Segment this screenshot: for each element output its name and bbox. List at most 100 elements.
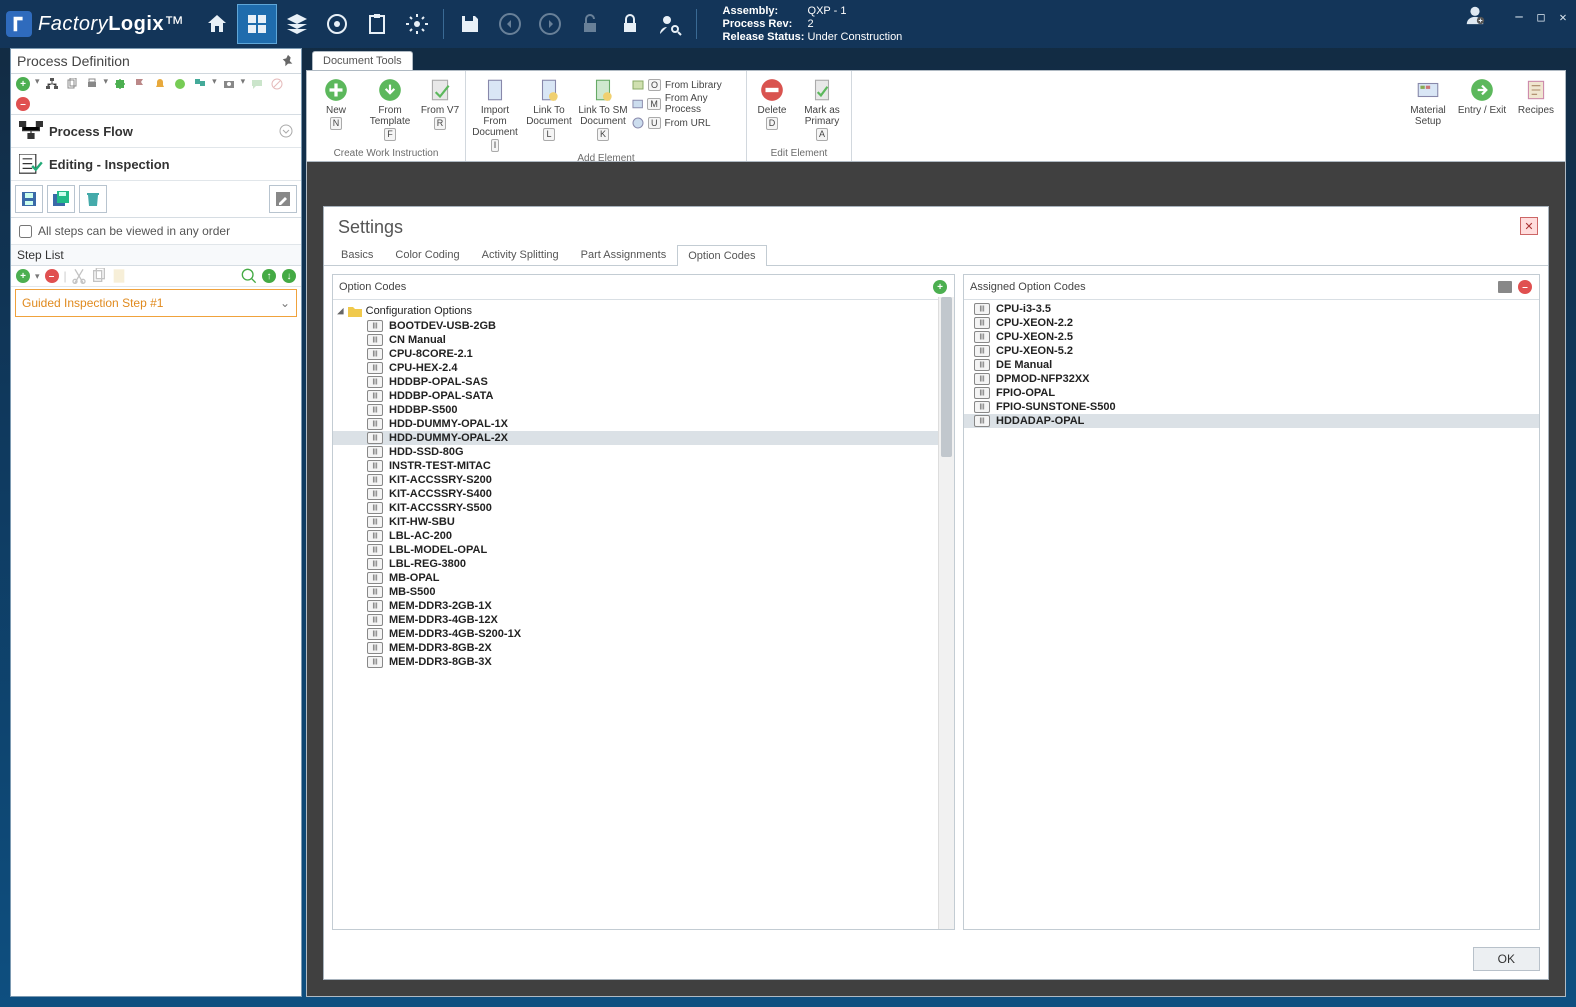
option-code-item[interactable]: |||KIT-HW-SBU bbox=[333, 515, 954, 529]
option-code-item[interactable]: |||MEM-DDR3-2GB-1X bbox=[333, 599, 954, 613]
remove-assigned-button[interactable]: – bbox=[1517, 279, 1533, 295]
dialog-tab-activity-splitting[interactable]: Activity Splitting bbox=[471, 244, 570, 265]
option-code-item[interactable]: |||HDDBP-OPAL-SAS bbox=[333, 375, 954, 389]
from-template-button[interactable]: From Template F bbox=[365, 77, 415, 141]
dialog-tab-option-codes[interactable]: Option Codes bbox=[677, 245, 766, 266]
option-code-item[interactable]: |||HDD-DUMMY-OPAL-1X bbox=[333, 417, 954, 431]
forward-icon[interactable] bbox=[530, 4, 570, 44]
option-code-item[interactable]: |||LBL-AC-200 bbox=[333, 529, 954, 543]
pd-delete-icon[interactable]: – bbox=[15, 96, 31, 112]
dialog-tab-part-assignments[interactable]: Part Assignments bbox=[570, 244, 678, 265]
close-button[interactable]: ✕ bbox=[1556, 10, 1570, 24]
assigned-code-item[interactable]: |||CPU-XEON-2.2 bbox=[964, 316, 1539, 330]
delete-button[interactable]: Delete D bbox=[751, 77, 793, 130]
link-sm-button[interactable]: Link To SM Document K bbox=[578, 77, 628, 141]
option-code-item[interactable]: |||LBL-REG-3800 bbox=[333, 557, 954, 571]
option-code-item[interactable]: |||CPU-8CORE-2.1 bbox=[333, 347, 954, 361]
save-icon[interactable] bbox=[450, 4, 490, 44]
pd-copy-icon[interactable] bbox=[64, 76, 80, 92]
scroll-thumb[interactable] bbox=[941, 297, 952, 457]
option-code-item[interactable]: |||MB-OPAL bbox=[333, 571, 954, 585]
step-cut-icon[interactable] bbox=[71, 268, 87, 284]
pd-palette-icon[interactable] bbox=[172, 76, 188, 92]
from-v7-button[interactable]: From V7 R bbox=[419, 77, 461, 130]
step-remove-icon[interactable]: – bbox=[44, 268, 60, 284]
assigned-code-item[interactable]: |||CPU-XEON-2.5 bbox=[964, 330, 1539, 344]
pin-icon[interactable] bbox=[281, 54, 295, 68]
assigned-code-item[interactable]: |||DE Manual bbox=[964, 358, 1539, 372]
option-code-item[interactable]: |||INSTR-TEST-MITAC bbox=[333, 459, 954, 473]
any-order-row[interactable]: All steps can be viewed in any order bbox=[11, 218, 301, 245]
pd-flags-icon[interactable] bbox=[192, 76, 208, 92]
assigned-code-item[interactable]: |||HDDADAP-OPAL bbox=[964, 414, 1539, 428]
layers-icon[interactable] bbox=[277, 4, 317, 44]
step-up-icon[interactable]: ↑ bbox=[261, 268, 277, 284]
assigned-code-item[interactable]: |||CPU-XEON-5.2 bbox=[964, 344, 1539, 358]
home-icon[interactable] bbox=[197, 4, 237, 44]
option-code-item[interactable]: |||KIT-ACCSSRY-S400 bbox=[333, 487, 954, 501]
step-copy-icon[interactable] bbox=[91, 268, 107, 284]
option-code-item[interactable]: |||HDDBP-S500 bbox=[333, 403, 954, 417]
pd-flag-icon[interactable] bbox=[132, 76, 148, 92]
option-code-item[interactable]: |||MB-S500 bbox=[333, 585, 954, 599]
entry-exit-button[interactable]: Entry / Exit bbox=[1457, 77, 1507, 116]
dialog-close-button[interactable]: ✕ bbox=[1520, 217, 1538, 235]
assigned-code-item[interactable]: |||DPMOD-NFP32XX bbox=[964, 372, 1539, 386]
lock-icon[interactable] bbox=[610, 4, 650, 44]
minimize-button[interactable]: ─ bbox=[1512, 10, 1526, 24]
user-search-icon[interactable] bbox=[650, 4, 690, 44]
primary-button[interactable]: Mark as Primary A bbox=[797, 77, 847, 141]
option-code-item[interactable]: |||KIT-ACCSSRY-S500 bbox=[333, 501, 954, 515]
edit-pencil-icon[interactable] bbox=[269, 185, 297, 213]
step-zoom-icon[interactable] bbox=[241, 268, 257, 284]
document-tools-tab[interactable]: Document Tools bbox=[312, 51, 413, 70]
step-item-1[interactable]: Guided Inspection Step #1 ⌄ bbox=[15, 289, 297, 317]
option-code-item[interactable]: |||BOOTDEV-USB-2GB bbox=[333, 319, 954, 333]
user-icon[interactable] bbox=[1464, 4, 1486, 29]
pd-print-icon[interactable] bbox=[84, 76, 100, 92]
pd-puzzle-icon[interactable] bbox=[112, 76, 128, 92]
link-doc-button[interactable]: Link To Document L bbox=[524, 77, 574, 141]
ok-button[interactable]: OK bbox=[1473, 947, 1540, 971]
trash-icon[interactable] bbox=[79, 185, 107, 213]
disk-multi-icon[interactable] bbox=[47, 185, 75, 213]
option-code-item[interactable]: |||MEM-DDR3-8GB-2X bbox=[333, 641, 954, 655]
new-button[interactable]: New N bbox=[311, 77, 361, 130]
dialog-tab-color-coding[interactable]: Color Coding bbox=[384, 244, 470, 265]
pd-hierarchy-icon[interactable] bbox=[44, 76, 60, 92]
back-icon[interactable] bbox=[490, 4, 530, 44]
add-option-button[interactable]: + bbox=[932, 279, 948, 295]
option-code-item[interactable]: |||LBL-MODEL-OPAL bbox=[333, 543, 954, 557]
option-code-item[interactable]: |||MEM-DDR3-4GB-12X bbox=[333, 613, 954, 627]
option-code-item[interactable]: |||CPU-HEX-2.4 bbox=[333, 361, 954, 375]
step-add-icon[interactable]: + bbox=[15, 268, 31, 284]
pd-camera-icon[interactable] bbox=[221, 76, 237, 92]
assigned-code-item[interactable]: |||FPIO-OPAL bbox=[964, 386, 1539, 400]
clipboard-icon[interactable] bbox=[357, 4, 397, 44]
from-url-button[interactable]: UFrom URL bbox=[632, 117, 742, 129]
tree-root[interactable]: ◢ Configuration Options bbox=[333, 302, 954, 319]
assigned-code-item[interactable]: |||FPIO-SUNSTONE-S500 bbox=[964, 400, 1539, 414]
option-code-item[interactable]: |||HDDBP-OPAL-SATA bbox=[333, 389, 954, 403]
scrollbar[interactable] bbox=[938, 297, 954, 929]
option-code-item[interactable]: |||HDD-SSD-80G bbox=[333, 445, 954, 459]
from-library-button[interactable]: OFrom Library bbox=[632, 79, 742, 91]
dialog-tab-basics[interactable]: Basics bbox=[330, 244, 384, 265]
pd-add-icon[interactable]: + bbox=[15, 76, 31, 92]
option-codes-tree[interactable]: ◢ Configuration Options |||BOOTDEV-USB-2… bbox=[333, 300, 954, 929]
option-code-item[interactable]: |||HDD-DUMMY-OPAL-2X bbox=[333, 431, 954, 445]
any-order-checkbox[interactable] bbox=[19, 225, 32, 238]
recipes-button[interactable]: Recipes bbox=[1511, 77, 1561, 116]
target-icon[interactable] bbox=[317, 4, 357, 44]
option-code-item[interactable]: |||KIT-ACCSSRY-S200 bbox=[333, 473, 954, 487]
tree-caret-icon[interactable]: ◢ bbox=[337, 304, 344, 317]
grid-icon[interactable] bbox=[237, 4, 277, 44]
option-code-item[interactable]: |||MEM-DDR3-8GB-3X bbox=[333, 655, 954, 669]
material-setup-button[interactable]: Material Setup bbox=[1403, 77, 1453, 127]
from-any-button[interactable]: MFrom Any Process bbox=[632, 93, 742, 115]
maximize-button[interactable]: □ bbox=[1534, 10, 1548, 24]
import-doc-button[interactable]: Import From Document I bbox=[470, 77, 520, 152]
pd-bell-icon[interactable] bbox=[152, 76, 168, 92]
disk-icon[interactable] bbox=[15, 185, 43, 213]
gear-icon[interactable] bbox=[397, 4, 437, 44]
